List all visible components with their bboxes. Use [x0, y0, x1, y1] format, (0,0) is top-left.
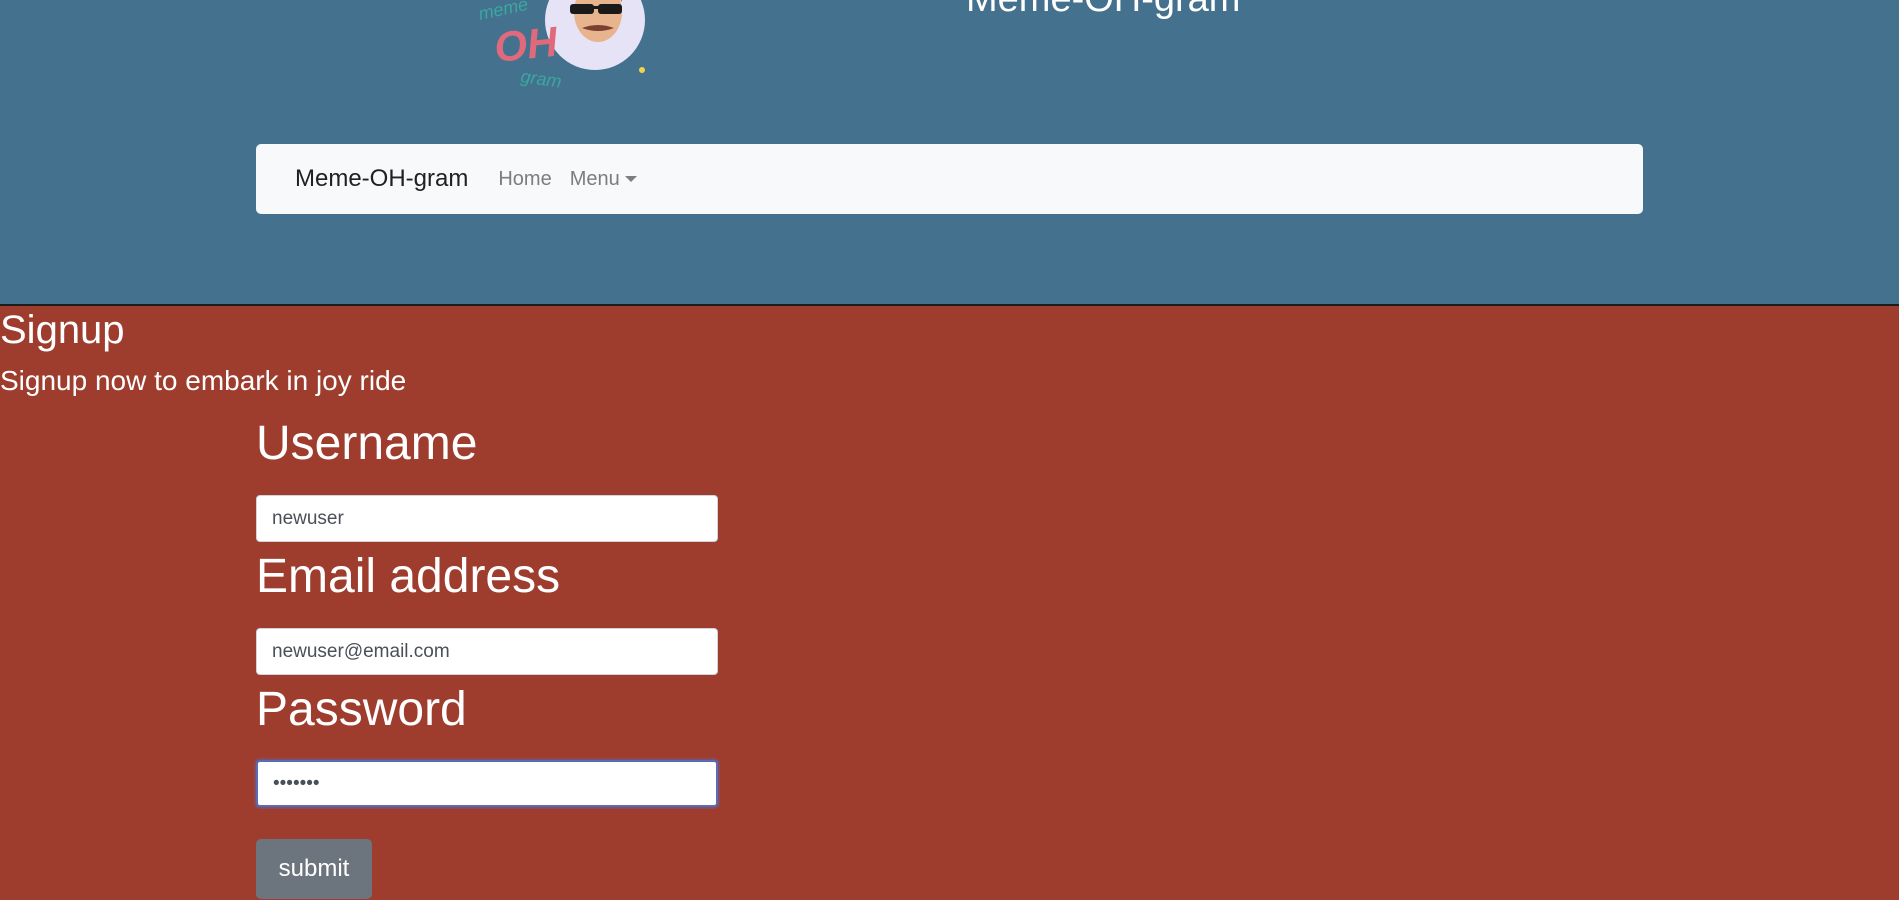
caret-down-icon [624, 176, 637, 182]
password-label: Password [256, 683, 467, 736]
nav-home-link[interactable]: Home [498, 168, 551, 191]
site-title: Meme-OH-gram [966, 0, 1240, 21]
email-input[interactable] [256, 628, 718, 675]
navbar-brand-link[interactable]: Meme-OH-gram [295, 165, 468, 193]
nav-menu-label: Menu [569, 167, 620, 190]
password-input[interactable] [256, 760, 718, 807]
navbar: Meme-OH-gram Home Menu [256, 144, 1643, 214]
signup-heading: Signup [0, 308, 125, 352]
svg-text:OH: OH [492, 17, 561, 71]
email-label: Email address [256, 550, 561, 603]
svg-text:gram: gram [519, 66, 562, 92]
nav-menu-dropdown[interactable]: Menu [570, 168, 637, 191]
meme-oh-gram-logo: meme OH gram [477, 0, 645, 92]
site-header: meme OH gram Meme-OH-gram Meme-OH-gram H… [0, 0, 1899, 306]
signup-subtitle: Signup now to embark in joy ride [0, 365, 407, 396]
username-input[interactable] [256, 495, 718, 542]
submit-button[interactable]: submit [256, 839, 372, 899]
username-label: Username [256, 417, 478, 470]
